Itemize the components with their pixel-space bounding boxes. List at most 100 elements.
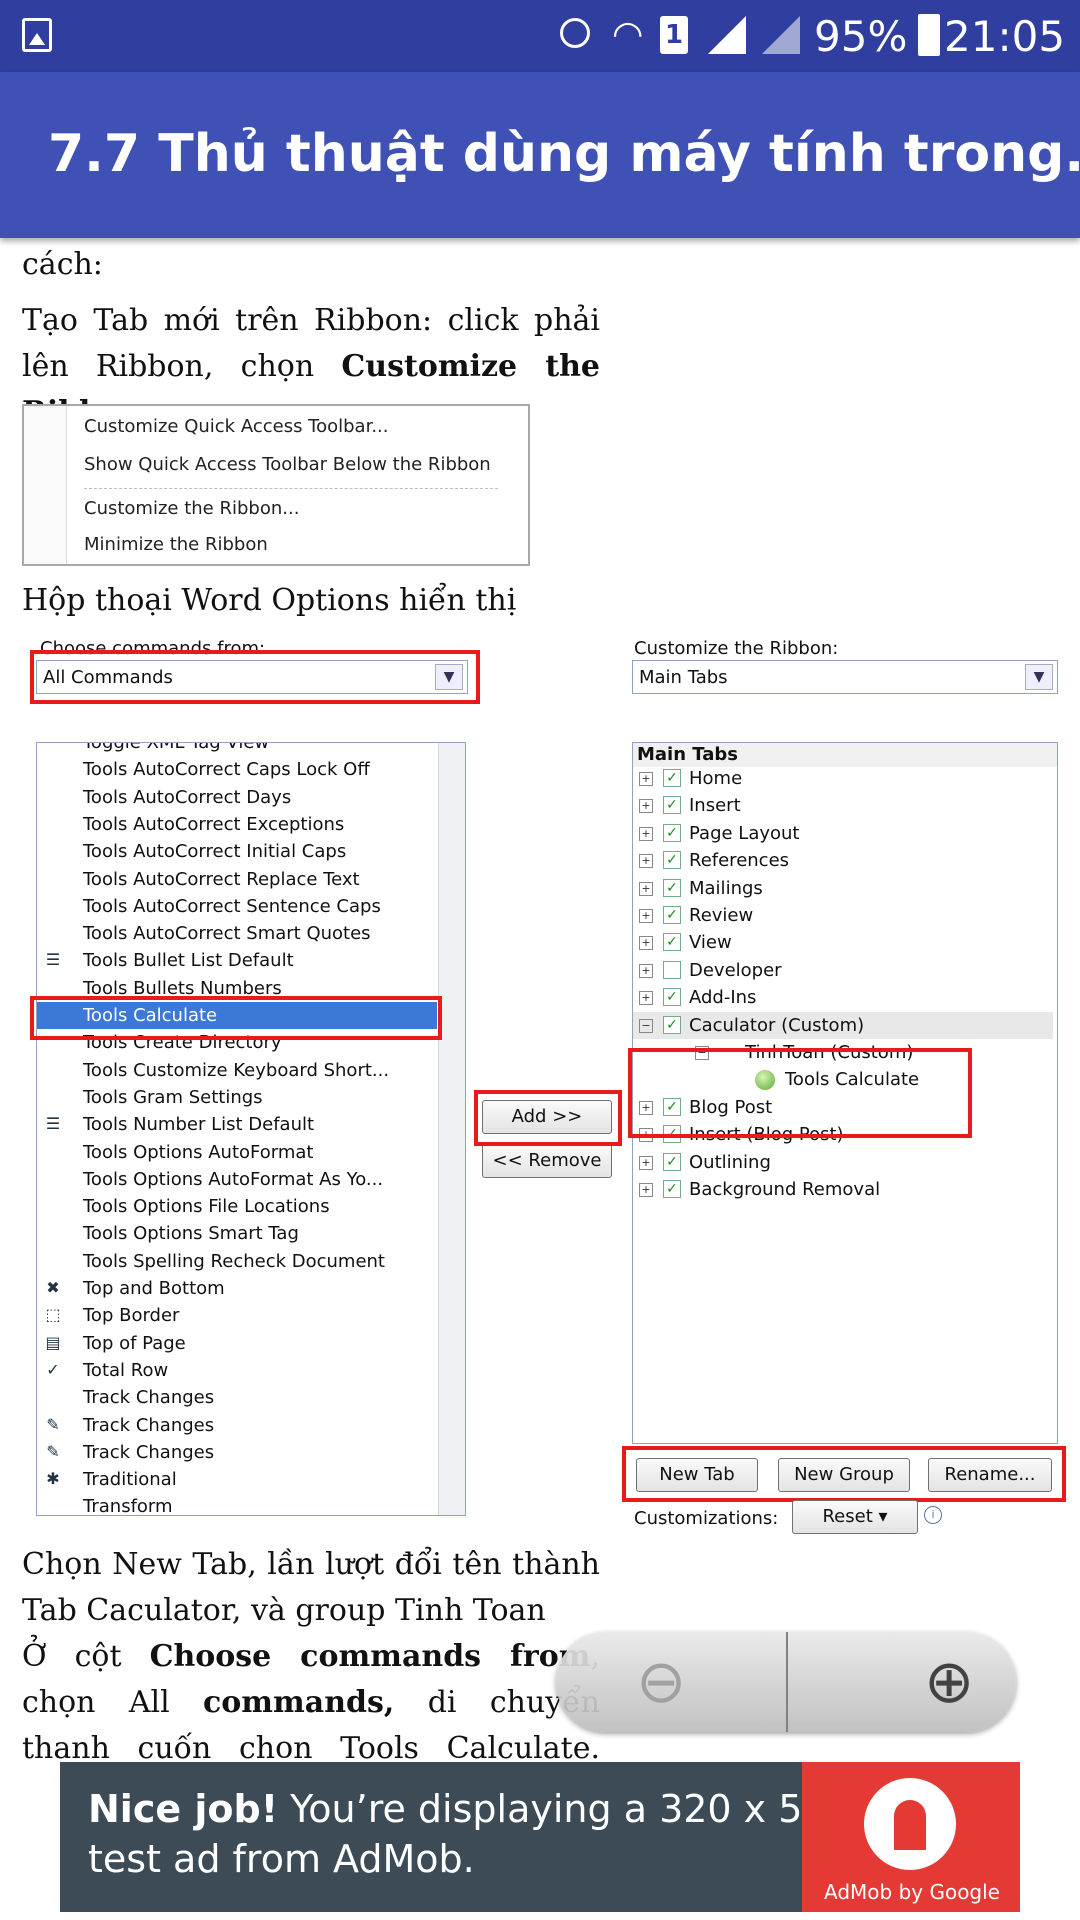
command-label: Tools AutoCorrect Replace Text	[83, 868, 360, 890]
commands-list: Toggle XML Tag View Tools AutoCorrect Cap…	[36, 742, 466, 1516]
command-row: ⬚ Top Border	[37, 1302, 437, 1329]
expand-icon: +	[639, 772, 653, 786]
command-icon: ⬚	[45, 1305, 61, 1325]
command-row: ✱ Traditional	[37, 1466, 437, 1493]
command-row: Tools AutoCorrect Sentence Caps	[37, 893, 437, 920]
command-icon: ☰	[45, 950, 61, 970]
expand-icon: +	[639, 991, 653, 1006]
command-icon: ✎	[46, 1441, 60, 1461]
command-label: Top and Bottom	[83, 1278, 225, 1299]
alarm-icon	[560, 18, 590, 48]
clock: 21:05	[944, 12, 1066, 61]
gallery-icon	[22, 18, 52, 52]
zoom-out-button[interactable]: ⊖	[556, 1632, 788, 1732]
command-label: Tools Options Smart Tag	[83, 1223, 299, 1245]
command-row: Tools AutoCorrect Days	[37, 784, 437, 811]
command-row: Track Changes	[37, 1384, 437, 1411]
command-row: ✎ Track Changes	[37, 1412, 437, 1439]
battery-charging-icon	[918, 14, 940, 56]
tree-row: − ✓ Caculator (Custom)	[633, 1011, 1053, 1039]
command-row: ☰ Tools Bullet List Default	[37, 947, 437, 974]
expand-icon: +	[639, 854, 653, 869]
remove-button: << Remove	[482, 1144, 612, 1178]
zoom-out-icon: ⊖	[636, 1647, 687, 1717]
zoom-control[interactable]: ⊖ ⊕	[556, 1632, 1016, 1732]
tree-row: + ✓ Background Removal	[633, 1176, 1053, 1203]
command-row: Tools Options File Locations	[37, 1193, 437, 1220]
ad-brand: AdMob by Google	[824, 1880, 1000, 1904]
command-icon: ✎	[46, 1414, 60, 1434]
label: Customize the Ribbon:	[634, 638, 839, 659]
tree-row: + ✓ Mailings	[633, 875, 1053, 902]
command-label: Total Row	[83, 1359, 169, 1381]
tree-label: Home	[689, 768, 743, 789]
command-label: Tools Spelling Recheck Document	[83, 1250, 385, 1272]
ad-banner[interactable]: Nice job! You’re displaying a 320 x 50 t…	[60, 1762, 1020, 1912]
command-label: Tools AutoCorrect Sentence Caps	[83, 895, 381, 917]
checkbox-icon: ✓	[663, 1152, 681, 1171]
tree-label: View	[689, 932, 732, 954]
app-bar: 7.7 Thủ thuật dùng máy tính trong...	[0, 72, 1080, 238]
checkbox-icon: ✓	[663, 933, 681, 952]
sim-icon: 1	[660, 16, 688, 54]
command-row: Tools AutoCorrect Caps Lock Off	[37, 756, 437, 783]
chevron-down-icon: ▼	[1025, 664, 1053, 690]
command-label: Tools Number List Default	[83, 1114, 315, 1136]
expand-icon: +	[639, 936, 653, 951]
command-label: Tools AutoCorrect Exceptions	[83, 813, 345, 835]
command-row: Tools AutoCorrect Smart Quotes	[37, 920, 437, 947]
page-title: 7.7 Thủ thuật dùng máy tính trong...	[48, 124, 1080, 184]
highlight-box	[622, 1446, 1066, 1502]
command-label: Tools AutoCorrect Smart Quotes	[83, 923, 371, 945]
expand-icon: +	[639, 909, 653, 923]
command-label: Track Changes	[83, 1441, 215, 1463]
checkbox-icon: ✓	[663, 988, 681, 1007]
tree-label: Mailings	[689, 877, 763, 899]
tree-label: Insert	[689, 795, 741, 817]
command-row: ✓ Total Row	[37, 1357, 437, 1384]
command-label: Tools Gram Settings	[83, 1086, 263, 1108]
command-row: Tools Customize Keyboard Short...	[37, 1057, 437, 1084]
command-label: Tools Options File Locations	[83, 1196, 330, 1218]
command-row: Tools Gram Settings	[37, 1084, 437, 1111]
tree-label: Add-Ins	[689, 987, 757, 1009]
command-row: Tools Options AutoFormat As Yo...	[37, 1166, 437, 1193]
tree-label: Page Layout	[689, 822, 800, 844]
command-icon: ✖	[46, 1278, 60, 1297]
command-label: Top Border	[83, 1305, 180, 1327]
info-icon: i	[924, 1506, 942, 1524]
highlight-box	[30, 650, 480, 704]
admob-logo: AdMob by Google	[802, 1762, 1020, 1912]
paragraph: cách:	[22, 247, 103, 282]
command-row: ▤ Top of Page	[37, 1330, 437, 1357]
zoom-in-button[interactable]: ⊕	[786, 1632, 1016, 1732]
command-row: Tools Options AutoFormat	[37, 1139, 437, 1166]
tree-row: + ✓ Review	[633, 902, 1053, 929]
expand-icon: +	[639, 826, 653, 841]
command-icon: ✱	[46, 1469, 60, 1489]
command-label: Tools Bullet List Default	[83, 950, 294, 972]
zoom-in-icon: ⊕	[924, 1647, 975, 1717]
admob-icon	[864, 1778, 956, 1870]
menu-item: Customize the Ribbon...	[84, 498, 300, 519]
context-menu-image: Customize Quick Access Toolbar... Show Q…	[22, 404, 530, 566]
tree-label: Caculator (Custom)	[689, 1014, 865, 1036]
checkbox-icon: ✓	[663, 878, 681, 897]
signal-icon	[762, 16, 800, 54]
ribbon-combo: Main Tabs ▼	[632, 660, 1058, 694]
command-label: Traditional	[83, 1469, 177, 1491]
checkbox-icon	[663, 960, 681, 979]
command-row: Toggle XML Tag View	[37, 743, 437, 756]
label: Customizations:	[634, 1508, 779, 1529]
checkbox-icon: ✓	[663, 851, 681, 870]
paragraph: Chọn New Tab, lần lượt đổi tên thành Tab…	[22, 1547, 600, 1628]
command-row: Tools Spelling Recheck Document	[37, 1248, 437, 1275]
checkbox-icon: ✓	[663, 906, 681, 924]
collapse-icon: −	[639, 1018, 653, 1033]
command-row: Tools Options Smart Tag	[37, 1220, 437, 1247]
word-options-image: Choose commands from: All Commands ▼ Cus…	[22, 638, 1066, 1538]
command-label: Tools AutoCorrect Initial Caps	[83, 841, 347, 863]
command-label: Top of Page	[83, 1332, 186, 1354]
article-content[interactable]: cách: Tạo Tab mới trên Ribbon: click phả…	[0, 238, 1080, 1760]
tree-row: + ✓ View	[633, 929, 1053, 956]
